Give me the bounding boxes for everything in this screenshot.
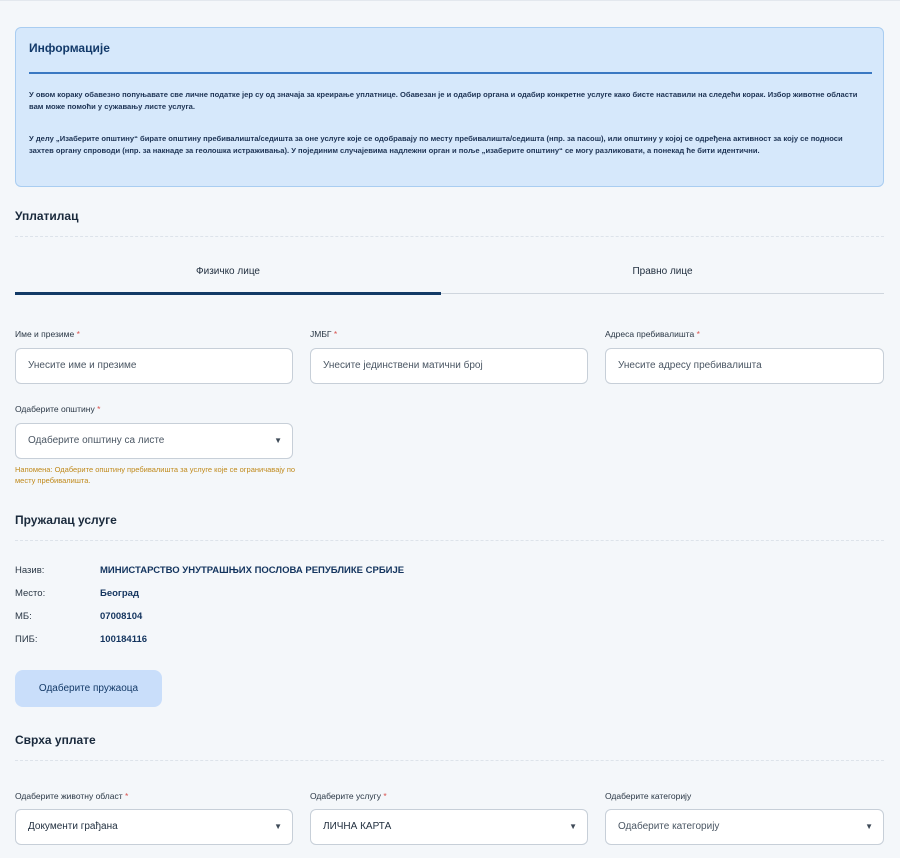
provider-pib-key: ПИБ:	[15, 634, 38, 645]
life-area-select-value: Документи грађана	[28, 821, 118, 832]
payer-section-title: Уплатилац	[15, 209, 79, 223]
provider-mb-key: МБ:	[15, 611, 32, 622]
jmbg-input[interactable]: Унесите јединствени матични број	[310, 348, 588, 384]
category-select[interactable]: Одаберите категорију ▼	[605, 809, 884, 845]
provider-section-title: Пружалац услуге	[15, 513, 117, 527]
payer-divider	[15, 236, 884, 237]
life-area-label: Одаберите животну област *	[15, 791, 129, 801]
provider-name-key: Назив:	[15, 565, 45, 576]
chevron-down-icon: ▼	[865, 822, 873, 831]
provider-divider	[15, 540, 884, 541]
choose-provider-button[interactable]: Одаберите пружаоца	[15, 670, 162, 707]
provider-place-value: Београд	[100, 588, 139, 599]
service-label: Одаберите услугу *	[310, 791, 387, 801]
tab-legal-entity[interactable]: Правно лице	[441, 266, 884, 277]
info-divider	[29, 72, 872, 74]
provider-mb-value: 07008104	[100, 611, 143, 622]
jmbg-label: ЈМБГ *	[310, 329, 338, 339]
purpose-section-title: Сврха уплате	[15, 733, 96, 747]
chevron-down-icon: ▼	[274, 436, 282, 445]
info-paragraph-2: У делу „Изаберите општину“ бирате општин…	[29, 134, 843, 155]
provider-name-value: МИНИСТАРСТВО УНУТРАШЊИХ ПОСЛОВА РЕПУБЛИК…	[100, 565, 405, 576]
address-input[interactable]: Унесите адресу пребивалишта	[605, 348, 884, 384]
chevron-down-icon: ▼	[569, 822, 577, 831]
address-label: Адреса пребивалишта *	[605, 329, 700, 339]
service-select-value: ЛИЧНА КАРТА	[323, 821, 392, 832]
municipality-select[interactable]: Одаберите општину са листе ▼	[15, 423, 293, 459]
category-select-value: Одаберите категорију	[618, 821, 720, 832]
life-area-select[interactable]: Документи грађана ▼	[15, 809, 293, 845]
purpose-divider	[15, 760, 884, 761]
top-divider	[0, 0, 900, 1]
name-input[interactable]: Унесите име и презиме	[15, 348, 293, 384]
provider-pib-value: 100184116	[100, 634, 148, 645]
municipality-label: Одаберите општину *	[15, 404, 101, 414]
info-box: Информације У овом кораку обавезно попуњ…	[15, 27, 884, 187]
municipality-note: Напомена: Одаберите општину пребивалишта…	[15, 465, 296, 485]
chevron-down-icon: ▼	[274, 822, 282, 831]
info-paragraph-1: У овом кораку обавезно попуњавате све ли…	[29, 90, 858, 111]
tab-active-indicator	[15, 292, 441, 295]
info-title: Информације	[29, 41, 110, 55]
tab-physical-person[interactable]: Физичко лице	[15, 266, 441, 277]
municipality-select-value: Одаберите општину са листе	[28, 435, 165, 446]
service-select[interactable]: ЛИЧНА КАРТА ▼	[310, 809, 588, 845]
category-label: Одаберите категорију	[605, 791, 692, 801]
provider-place-key: Место:	[15, 588, 46, 599]
name-label: Име и презиме *	[15, 329, 80, 339]
